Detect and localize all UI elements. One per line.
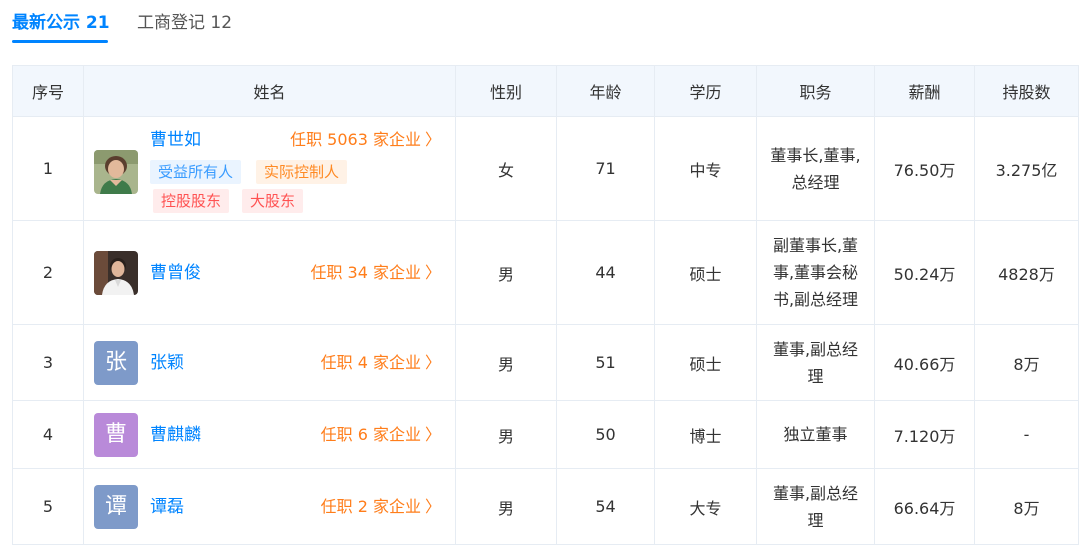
row-education: 硕士 <box>654 324 757 401</box>
row-salary: 76.50万 <box>874 116 975 221</box>
row-shares: 4828万 <box>974 220 1079 325</box>
role-line: 独立董事 <box>783 425 848 444</box>
row-education: 中专 <box>654 116 757 221</box>
row-salary: 66.64万 <box>874 468 975 545</box>
row-salary: 7.120万 <box>874 400 975 469</box>
tab-bar: 最新公示 21 工商登记 12 <box>12 0 1072 50</box>
row-index: 5 <box>12 468 84 545</box>
row-age: 54 <box>556 468 655 545</box>
chevron-right-icon: 〉 <box>424 263 441 282</box>
row-age: 51 <box>556 324 655 401</box>
table-row: 2 曹曾俊 任职 34 家企业〉 男 44 硕士 副董事长,董 事,董事会秘 书… <box>12 220 1079 325</box>
row-education: 博士 <box>654 400 757 469</box>
positions-link[interactable]: 任职 4 家企业〉 <box>321 352 441 374</box>
row-index: 4 <box>12 400 84 469</box>
tag-actual-controller[interactable]: 实际控制人 <box>256 160 348 184</box>
row-age: 44 <box>556 220 655 325</box>
tag-major-shareholder[interactable]: 大股东 <box>242 189 304 213</box>
positions-text: 任职 6 家企业 <box>320 425 421 444</box>
row-age: 71 <box>556 116 655 221</box>
row-education: 大专 <box>654 468 757 545</box>
name-cell: 曹曾俊 任职 34 家企业〉 <box>83 220 456 325</box>
header-name: 姓名 <box>83 65 456 117</box>
chevron-right-icon: 〉 <box>424 353 441 372</box>
header-education: 学历 <box>654 65 757 117</box>
row-salary: 40.66万 <box>874 324 975 401</box>
chevron-right-icon: 〉 <box>424 425 441 444</box>
tag-controlling-shareholder[interactable]: 控股股东 <box>153 189 230 213</box>
name-cell: 曹 曹麒麟 任职 6 家企业〉 <box>83 400 456 469</box>
tag-beneficial-owner[interactable]: 受益所有人 <box>150 160 242 184</box>
row-role: 副董事长,董 事,董事会秘 书,副总经理 <box>756 220 875 325</box>
row-role: 独立董事 <box>756 400 875 469</box>
role-line: 理 <box>807 510 824 530</box>
positions-link[interactable]: 任职 6 家企业〉 <box>321 424 441 446</box>
positions-text: 任职 5063 家企业 <box>290 130 421 149</box>
row-gender: 男 <box>455 220 557 325</box>
table-header-row: 序号 姓名 性别 年龄 学历 职务 薪酬 持股数 <box>12 65 1079 117</box>
name-cell: 张 张颖 任职 4 家企业〉 <box>83 324 456 401</box>
header-shares: 持股数 <box>974 65 1079 117</box>
role-line: 董事长,董事, <box>770 145 861 165</box>
table-row: 3 张 张颖 任职 4 家企业〉 男 51 硕士 董事,副总经理 40.66万 … <box>12 324 1079 401</box>
table-row: 4 曹 曹麒麟 任职 6 家企业〉 男 50 博士 独立董事 7.120万 - <box>12 400 1079 469</box>
role-line: 书,副总经理 <box>772 290 859 309</box>
row-gender: 男 <box>455 468 557 545</box>
tab-latest-disclosure[interactable]: 最新公示 21 <box>12 12 110 34</box>
name-cell: 曹世如 任职 5063 家企业〉 受益所有人 实际控制人 控股股东 大股东 <box>83 116 456 221</box>
person-name-link[interactable]: 张颖 <box>150 352 184 374</box>
person-name-link[interactable]: 曹曾俊 <box>150 262 201 284</box>
positions-text: 任职 34 家企业 <box>310 263 421 282</box>
row-shares: - <box>974 400 1079 469</box>
row-gender: 女 <box>455 116 557 221</box>
row-shares: 8万 <box>974 324 1079 401</box>
table-row: 1 曹世如 任职 5063 家企业〉 受益所有人 实际控制人 控股股东 大股东 … <box>12 116 1079 221</box>
row-gender: 男 <box>455 400 557 469</box>
header-gender: 性别 <box>455 65 557 117</box>
row-role: 董事,副总经理 <box>756 468 875 545</box>
row-role: 董事长,董事, 总经理 <box>756 116 875 221</box>
chevron-right-icon: 〉 <box>424 130 441 149</box>
row-education: 硕士 <box>654 220 757 325</box>
name-cell: 谭 谭磊 任职 2 家企业〉 <box>83 468 456 545</box>
role-line: 总经理 <box>791 172 840 192</box>
row-role: 董事,副总经理 <box>756 324 875 401</box>
row-index: 3 <box>12 324 84 401</box>
positions-link[interactable]: 任职 34 家企业〉 <box>310 262 441 284</box>
role-line: 理 <box>807 366 824 386</box>
table-row: 5 谭 谭磊 任职 2 家企业〉 男 54 大专 董事,副总经理 66.64万 … <box>12 468 1079 545</box>
positions-text: 任职 2 家企业 <box>320 497 421 516</box>
header-salary: 薪酬 <box>874 65 975 117</box>
person-name-link[interactable]: 曹世如 <box>150 129 201 151</box>
row-gender: 男 <box>455 324 557 401</box>
positions-link[interactable]: 任职 2 家企业〉 <box>321 496 441 518</box>
role-line: 副董事长,董 <box>772 236 859 255</box>
avatar-initial[interactable]: 张 <box>94 341 138 385</box>
avatar-photo[interactable] <box>94 150 138 194</box>
row-age: 50 <box>556 400 655 469</box>
header-index: 序号 <box>12 65 84 117</box>
row-shares: 3.275亿 <box>974 116 1079 221</box>
row-index: 1 <box>12 116 84 221</box>
person-name-link[interactable]: 谭磊 <box>150 496 184 518</box>
row-salary: 50.24万 <box>874 220 975 325</box>
header-age: 年龄 <box>556 65 655 117</box>
management-table: 序号 姓名 性别 年龄 学历 职务 薪酬 持股数 1 曹世如 任职 5063 家… <box>12 65 1079 545</box>
chevron-right-icon: 〉 <box>424 497 441 516</box>
role-line: 董事,副总经 <box>772 483 859 503</box>
avatar-initial[interactable]: 曹 <box>94 413 138 457</box>
role-line: 董事,副总经 <box>772 339 859 359</box>
row-shares: 8万 <box>974 468 1079 545</box>
row-index: 2 <box>12 220 84 325</box>
header-role: 职务 <box>756 65 875 117</box>
role-line: 事,董事会秘 <box>772 263 859 282</box>
avatar-initial[interactable]: 谭 <box>94 485 138 529</box>
positions-text: 任职 4 家企业 <box>320 353 421 372</box>
person-name-link[interactable]: 曹麒麟 <box>150 424 201 446</box>
active-tab-indicator <box>12 40 108 43</box>
positions-link[interactable]: 任职 5063 家企业〉 <box>290 129 441 151</box>
avatar-photo[interactable] <box>94 251 138 295</box>
tab-business-registration[interactable]: 工商登记 12 <box>137 12 232 34</box>
